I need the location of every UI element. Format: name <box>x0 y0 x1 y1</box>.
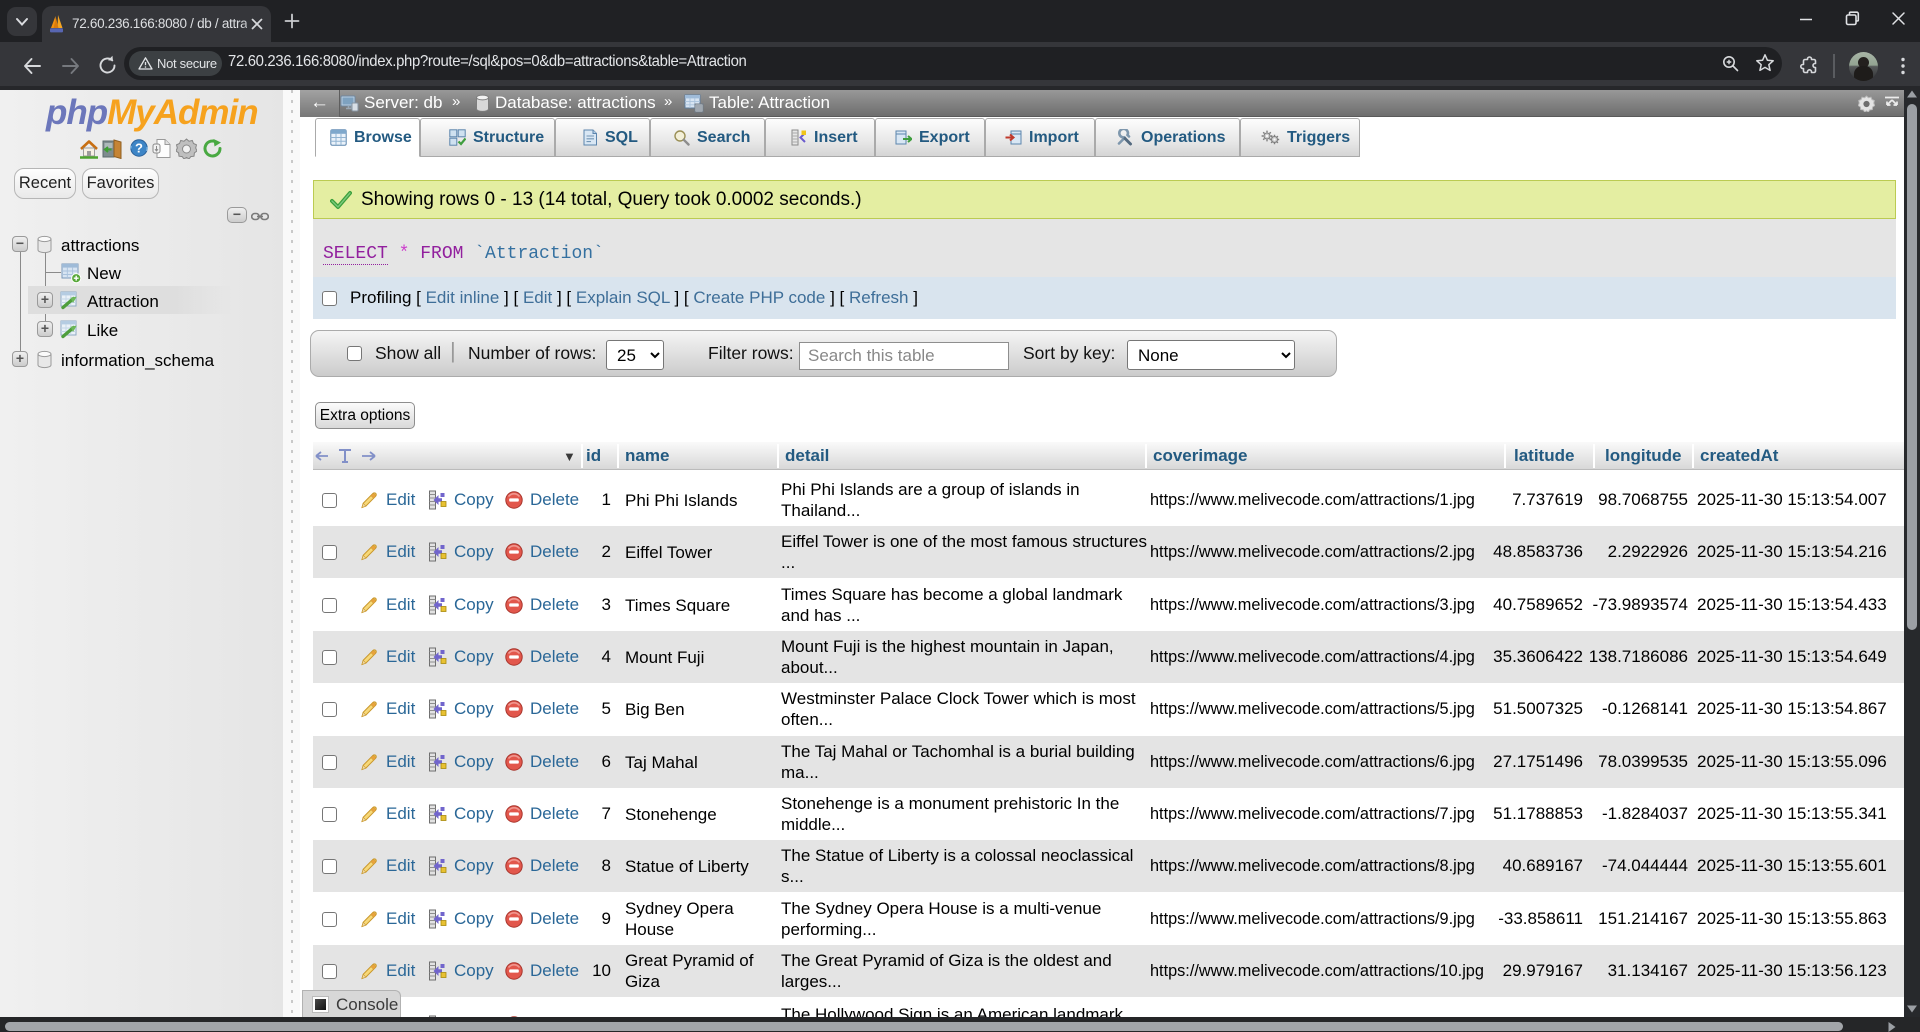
svg-text:?: ? <box>135 141 143 156</box>
